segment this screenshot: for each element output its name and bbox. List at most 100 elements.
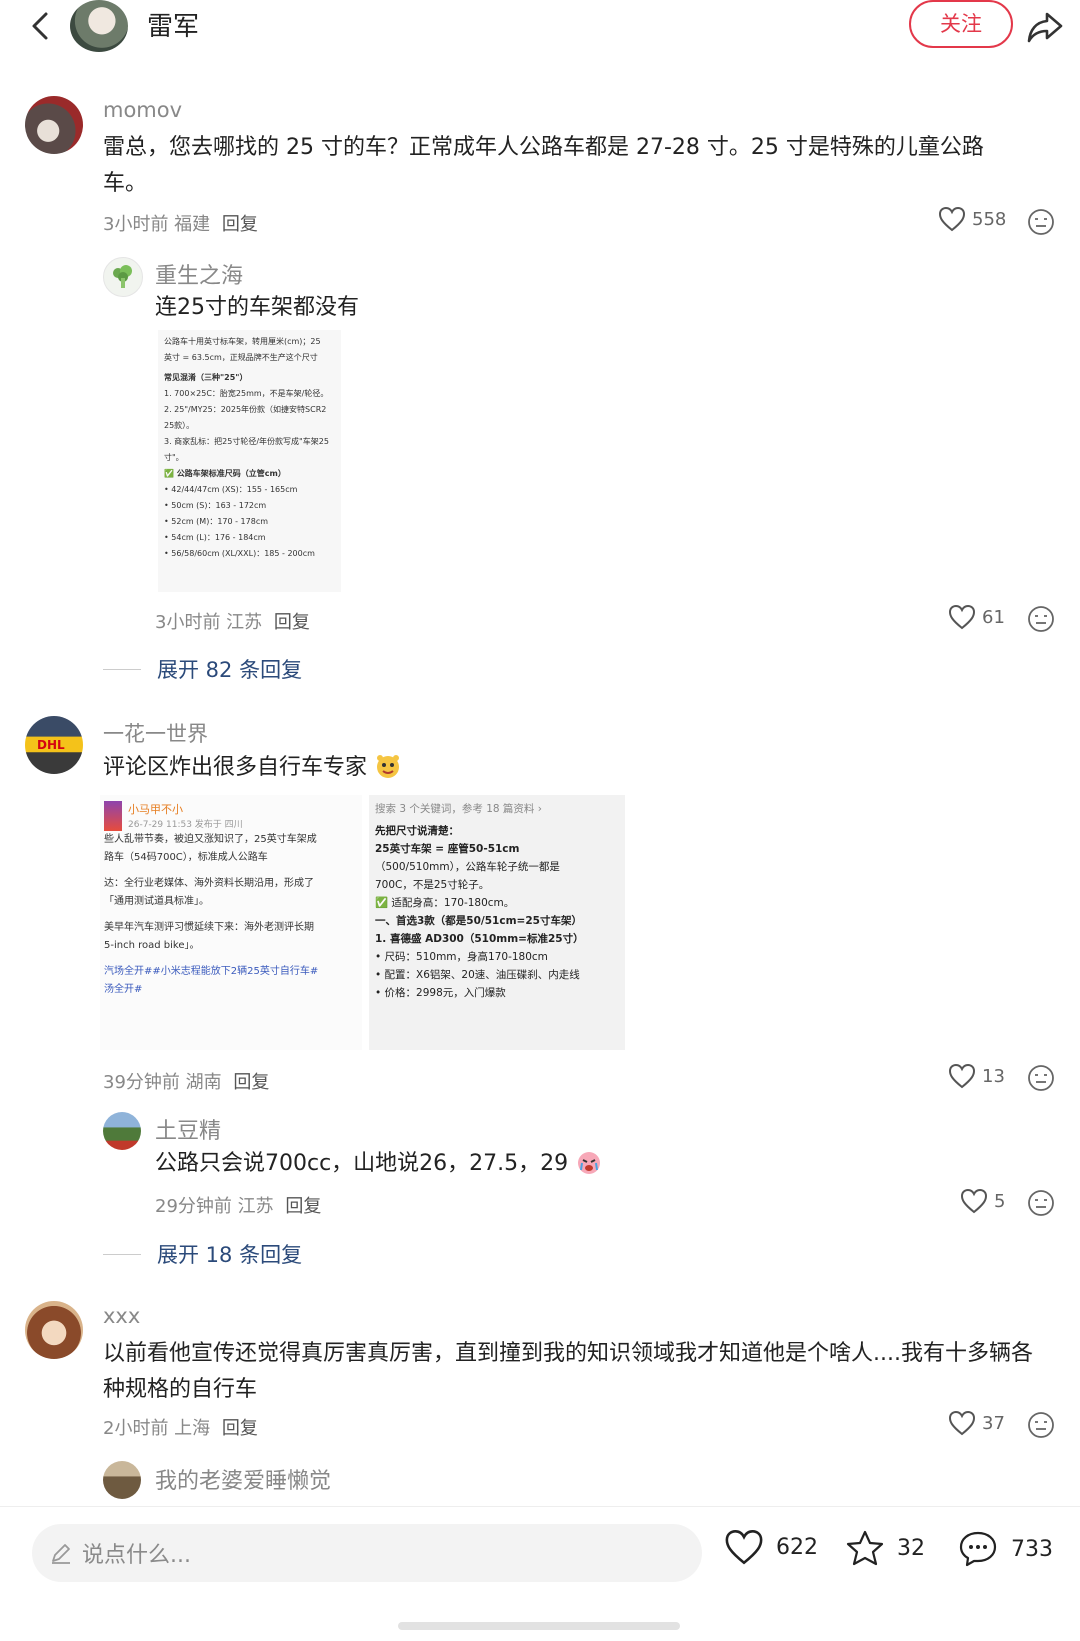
reply-meta: 3小时前 江苏 回复 — [155, 608, 310, 634]
image-line: 达：全行业老媒体、海外资料长期沿用，形成了 — [104, 878, 314, 889]
avatar[interactable] — [103, 1461, 141, 1499]
image-search-line: 搜索 3 个关键词，参考 18 篇资料 › — [375, 803, 542, 815]
image-avatar — [104, 801, 122, 831]
reply-username[interactable]: 土豆精 — [155, 1113, 221, 1145]
avatar[interactable] — [103, 1112, 141, 1150]
like-button[interactable]: 5 — [960, 1188, 1005, 1214]
face-icon[interactable] — [1026, 604, 1056, 634]
image-line: 5-inch road bike」。 — [104, 940, 200, 951]
avatar[interactable] — [25, 96, 83, 154]
post-like-count: 622 — [776, 1534, 818, 1560]
image-line: 些人乱带节奏，被迫又涨知识了，25英寸车架成 — [104, 834, 317, 845]
image-line: • 50cm (S)：163 - 172cm — [164, 501, 267, 510]
image-line: 公路车十用英寸标车架，转用厘米(cm)；25 — [164, 337, 321, 346]
home-indicator — [398, 1622, 680, 1630]
comment-username[interactable]: momov — [103, 98, 182, 122]
reply-image[interactable]: 公路车十用英寸标车架，转用厘米(cm)；25 英寸 = 63.5cm，正规品牌不… — [158, 330, 341, 592]
follow-button[interactable]: 关注 — [909, 0, 1013, 48]
image-line: • 56/58/60cm (XL/XXL)：185 - 200cm — [164, 549, 315, 558]
dhl-logo-icon: DHL — [37, 738, 65, 752]
like-button[interactable]: 13 — [948, 1063, 1005, 1089]
expand-replies-button[interactable]: 展开 18 条回复 — [103, 1239, 302, 1269]
comment-button[interactable]: 733 — [957, 1528, 1053, 1570]
expand-replies-button[interactable]: 展开 82 条回复 — [103, 654, 302, 684]
reply-text: 公路只会说700cc，山地说26，27.5，29 — [155, 1146, 603, 1182]
comment-meta: 3小时前 福建 回复 — [103, 210, 258, 236]
heart-icon — [938, 206, 966, 232]
image-line: 25英寸车架 = 座管50-51cm — [375, 843, 520, 855]
reply-button[interactable]: 回复 — [222, 1418, 258, 1439]
reply-meta: 29分钟前 江苏 回复 — [155, 1192, 321, 1218]
like-button[interactable]: 61 — [948, 604, 1005, 630]
image-spacer — [104, 911, 358, 919]
face-icon[interactable] — [1026, 1410, 1056, 1440]
avatar[interactable]: DHL — [25, 716, 83, 774]
face-icon[interactable] — [1026, 1063, 1056, 1093]
broccoli-icon — [113, 265, 132, 288]
comment-image[interactable]: 搜索 3 个关键词，参考 18 篇资料 › 先把尺寸说清楚： 25英寸车架 = … — [369, 795, 625, 1050]
image-line: • 42/44/47cm (XS)：155 - 165cm — [164, 485, 298, 494]
face-icon[interactable] — [1026, 207, 1056, 237]
image-line: 3. 商家乱标：把25寸轮径/年份款写成"车架25寸"。 — [164, 437, 329, 462]
emoji-icon — [578, 1152, 601, 1174]
like-button[interactable]: 558 — [938, 206, 1006, 232]
image-header: 小马甲不小 26-7-29 11:53 发布于 四川 — [104, 801, 358, 831]
reply-time-location: 3小时前 江苏 — [155, 612, 263, 633]
share-icon[interactable] — [1025, 6, 1065, 46]
pencil-icon — [52, 1544, 70, 1564]
image-account-block: 小马甲不小 26-7-29 11:53 发布于 四川 — [128, 801, 243, 831]
image-line: 先把尺寸说清楚： — [375, 825, 459, 837]
like-count: 558 — [972, 208, 1007, 230]
comment-bubble-icon — [959, 1531, 997, 1567]
image-line: 「通用测试道具标准」。 — [104, 896, 209, 907]
comment-text: 雷总，您去哪找的 25 寸的车？正常成年人公路车都是 27-28 寸。25 寸是… — [103, 135, 984, 196]
back-icon[interactable] — [22, 4, 62, 48]
image-date: 26-7-29 11:53 发布于 四川 — [128, 820, 243, 830]
divider — [103, 1253, 141, 1255]
image-line: ✅ 公路车架标准尺码（立管cm） — [164, 469, 286, 478]
reply-button[interactable]: 回复 — [233, 1072, 269, 1093]
like-button[interactable]: 37 — [948, 1410, 1005, 1436]
avatar[interactable] — [25, 1301, 83, 1359]
comment-input[interactable]: 说点什么... — [32, 1524, 702, 1582]
reply-button[interactable]: 回复 — [222, 214, 258, 235]
reply-username[interactable]: 我的老婆爱睡懒觉 — [155, 1463, 331, 1495]
image-line: 汤全开# — [104, 984, 143, 995]
image-line: 一、首选3款（都是50/51cm=25寸车架） — [375, 915, 582, 927]
author-name[interactable]: 雷军 — [147, 6, 199, 43]
comment-input-placeholder: 说点什么... — [82, 1543, 191, 1568]
face-icon[interactable] — [1026, 1188, 1056, 1218]
emoji-icon — [377, 755, 400, 778]
comment-meta: 39分钟前 湖南 回复 — [103, 1068, 269, 1094]
comment-time-location: 3小时前 福建 — [103, 214, 211, 235]
image-line: （500/510mm），公路车轮子统一都是 — [375, 861, 560, 873]
comment-image[interactable]: 小马甲不小 26-7-29 11:53 发布于 四川 些人乱带节奏，被迫又涨知识… — [100, 795, 362, 1050]
like-count: 5 — [994, 1190, 1006, 1212]
comment-text: 评论区炸出很多自行车专家 — [103, 750, 402, 786]
post-like-button[interactable]: 622 — [724, 1528, 818, 1566]
heart-icon — [948, 1063, 976, 1089]
image-line: • 价格：2998元，入门爆款 — [375, 987, 506, 999]
image-line: 美早年汽车测评习惯延续下来：海外老测评长期 — [104, 922, 314, 933]
svg-text:DHL: DHL — [37, 738, 65, 752]
image-spacer — [104, 867, 358, 875]
reply-username[interactable]: 重生之海 — [155, 258, 243, 290]
author-avatar[interactable] — [70, 0, 128, 52]
favorite-button[interactable]: 32 — [845, 1528, 925, 1568]
image-line: 常见混淆（三种"25"） — [164, 373, 248, 382]
image-line: • 52cm (M)：170 - 178cm — [164, 517, 269, 526]
image-account: 小马甲不小 — [128, 803, 183, 816]
comment-username[interactable]: xxx — [103, 1304, 140, 1328]
top-bar: 雷军 关注 — [0, 0, 1080, 80]
reply-button[interactable]: 回复 — [274, 612, 310, 633]
image-line: 2. 25"/MY25：2025年份款（如捷安特SCR2 25款）。 — [164, 405, 327, 430]
like-count: 61 — [982, 606, 1005, 628]
heart-icon — [725, 1529, 763, 1565]
reply-button[interactable]: 回复 — [285, 1196, 321, 1217]
expand-replies-label: 展开 18 条回复 — [157, 1243, 303, 1267]
avatar[interactable] — [103, 257, 143, 297]
image-line: • 54cm (L)：176 - 184cm — [164, 533, 266, 542]
image-line: 英寸 = 63.5cm，正规品牌不生产这个尺寸 — [164, 353, 318, 362]
heart-icon — [948, 1410, 976, 1436]
comment-username[interactable]: 一花一世界 — [103, 718, 208, 748]
